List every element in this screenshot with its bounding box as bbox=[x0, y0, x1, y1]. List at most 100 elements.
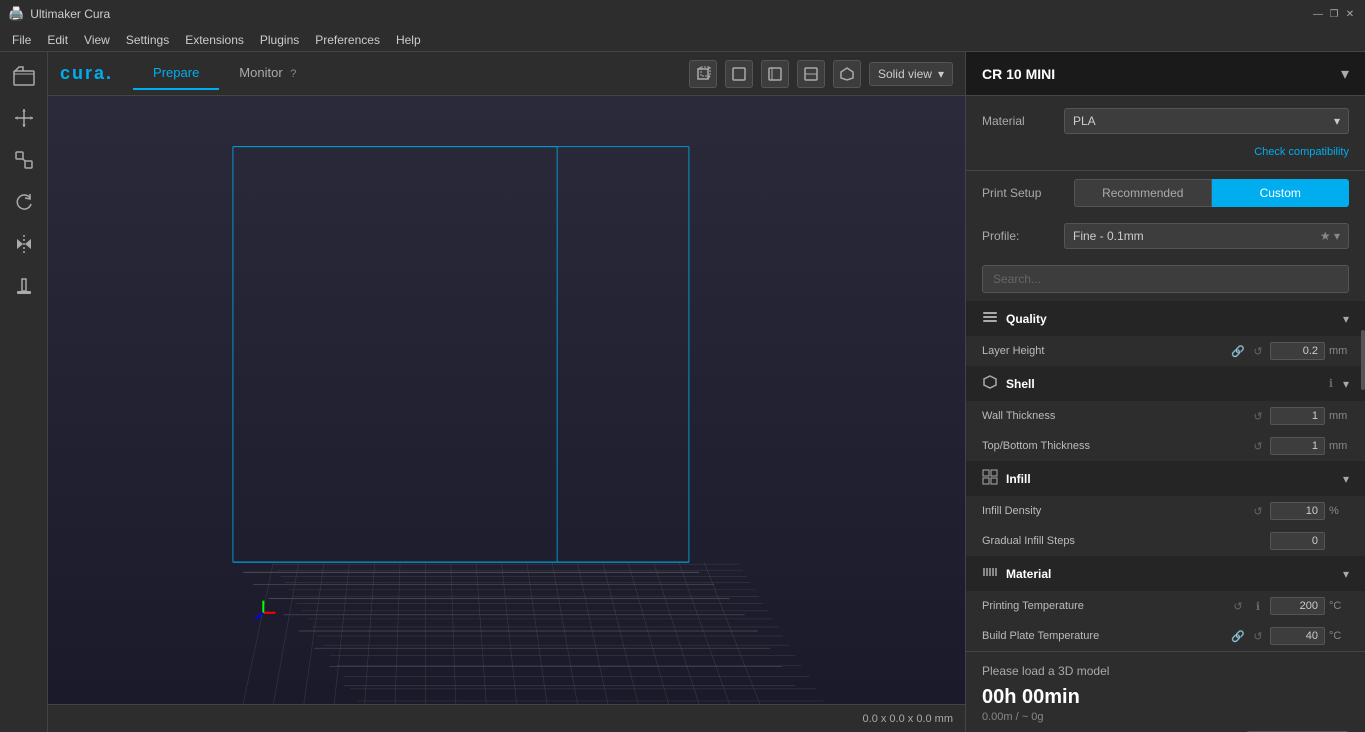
print-setup-row: Print Setup Recommended Custom bbox=[966, 170, 1365, 215]
menu-edit[interactable]: Edit bbox=[39, 28, 76, 52]
material-select[interactable]: PLA ▾ bbox=[1064, 108, 1349, 134]
shell-section-header-left: Shell bbox=[982, 374, 1035, 393]
load-model-text: Please load a 3D model bbox=[982, 664, 1349, 678]
tab-prepare[interactable]: Prepare bbox=[133, 57, 219, 90]
printing-temp-unit: °C bbox=[1329, 600, 1349, 612]
sidebar-btn-open[interactable] bbox=[4, 56, 44, 96]
printing-temp-label: Printing Temperature bbox=[982, 600, 1230, 612]
left-sidebar bbox=[0, 52, 48, 732]
material-section-chevron-icon: ▾ bbox=[1343, 567, 1349, 581]
sidebar-btn-support[interactable] bbox=[4, 266, 44, 306]
print-time: 00h 00min bbox=[982, 686, 1080, 709]
material-chevron-icon: ▾ bbox=[1334, 114, 1340, 128]
layer-height-reset-icon[interactable]: ↺ bbox=[1250, 345, 1266, 358]
infill-density-input[interactable] bbox=[1270, 502, 1325, 520]
material-section-icon bbox=[982, 564, 998, 583]
view-btn-top[interactable] bbox=[833, 60, 861, 88]
printing-temp-row: Printing Temperature ↺ ℹ °C bbox=[966, 591, 1365, 621]
search-row bbox=[966, 257, 1365, 301]
scrollbar[interactable] bbox=[1361, 330, 1365, 390]
sidebar-btn-move[interactable] bbox=[4, 98, 44, 138]
gradual-infill-label: Gradual Infill Steps bbox=[982, 535, 1270, 547]
sidebar-btn-rotate[interactable] bbox=[4, 182, 44, 222]
material-amount: 0.00m / ~ 0g bbox=[982, 711, 1349, 723]
layer-height-link-icon[interactable]: 🔗 bbox=[1230, 345, 1246, 358]
title-bar: 🖨️ Ultimaker Cura — ❐ ✕ bbox=[0, 0, 1365, 28]
search-input[interactable] bbox=[982, 265, 1349, 293]
minimize-btn[interactable]: — bbox=[1311, 7, 1325, 21]
material-section-header-left: Material bbox=[982, 564, 1051, 583]
title-bar-left: 🖨️ Ultimaker Cura bbox=[8, 6, 110, 22]
gradual-infill-input[interactable] bbox=[1270, 532, 1325, 550]
wall-thickness-reset-icon[interactable]: ↺ bbox=[1250, 410, 1266, 423]
infill-density-label: Infill Density bbox=[982, 505, 1250, 517]
infill-section-header[interactable]: Infill ▾ bbox=[966, 461, 1365, 496]
title-bar-controls: — ❐ ✕ bbox=[1311, 7, 1357, 21]
topbottom-thickness-label: Top/Bottom Thickness bbox=[982, 440, 1250, 452]
material-value: PLA bbox=[1073, 114, 1096, 128]
view-mode-label: Solid view bbox=[878, 67, 932, 81]
check-compatibility-link[interactable]: Check compatibility bbox=[966, 146, 1365, 170]
menu-view[interactable]: View bbox=[76, 28, 118, 52]
menu-extensions[interactable]: Extensions bbox=[177, 28, 252, 52]
panel-toggle-btn[interactable]: ▾ bbox=[1341, 64, 1349, 84]
menu-bar: File Edit View Settings Extensions Plugi… bbox=[0, 28, 1365, 52]
view-btn-back[interactable] bbox=[761, 60, 789, 88]
tab-monitor[interactable]: Monitor ? bbox=[219, 57, 316, 90]
profile-select[interactable]: Fine - 0.1mm ★ ▾ bbox=[1064, 223, 1349, 249]
infill-section-title: Infill bbox=[1006, 472, 1031, 486]
infill-section-icon bbox=[982, 469, 998, 488]
viewport-canvas bbox=[48, 96, 965, 704]
maximize-btn[interactable]: ❐ bbox=[1327, 7, 1341, 21]
infill-density-row: Infill Density ↺ % bbox=[966, 496, 1365, 526]
close-btn[interactable]: ✕ bbox=[1343, 7, 1357, 21]
shell-info-icon[interactable]: ℹ bbox=[1323, 377, 1339, 390]
topbottom-thickness-input[interactable] bbox=[1270, 437, 1325, 455]
topbottom-reset-icon[interactable]: ↺ bbox=[1250, 440, 1266, 453]
status-bar: 0.0 x 0.0 x 0.0 mm bbox=[48, 704, 965, 732]
build-plate-temp-input[interactable] bbox=[1270, 627, 1325, 645]
menu-file[interactable]: File bbox=[4, 28, 39, 52]
printing-temp-controls: ↺ ℹ °C bbox=[1230, 597, 1349, 615]
view-mode-dropdown[interactable]: Solid view ▾ bbox=[869, 62, 953, 86]
gradual-infill-row: Gradual Infill Steps bbox=[966, 526, 1365, 556]
sidebar-btn-scale[interactable] bbox=[4, 140, 44, 180]
recommended-btn[interactable]: Recommended bbox=[1074, 179, 1212, 207]
toolbar-right: Solid view ▾ bbox=[689, 60, 953, 88]
topbottom-thickness-controls: ↺ mm bbox=[1250, 437, 1349, 455]
printing-temp-reset-icon[interactable]: ↺ bbox=[1230, 600, 1246, 613]
wall-thickness-row: Wall Thickness ↺ mm bbox=[966, 401, 1365, 431]
wall-thickness-unit: mm bbox=[1329, 410, 1349, 422]
object-dimensions: 0.0 x 0.0 x 0.0 mm bbox=[863, 713, 953, 725]
menu-plugins[interactable]: Plugins bbox=[252, 28, 307, 52]
build-plate-reset-icon[interactable]: ↺ bbox=[1250, 630, 1266, 643]
infill-density-reset-icon[interactable]: ↺ bbox=[1250, 505, 1266, 518]
build-plate-temp-label: Build Plate Temperature bbox=[982, 630, 1230, 642]
infill-density-controls: ↺ % bbox=[1250, 502, 1349, 520]
viewport[interactable] bbox=[48, 96, 965, 704]
view-btn-front[interactable] bbox=[725, 60, 753, 88]
menu-preferences[interactable]: Preferences bbox=[307, 28, 388, 52]
quality-section-header[interactable]: Quality ▾ bbox=[966, 301, 1365, 336]
infill-section-header-left: Infill bbox=[982, 469, 1031, 488]
wall-thickness-controls: ↺ mm bbox=[1250, 407, 1349, 425]
wall-thickness-input[interactable] bbox=[1270, 407, 1325, 425]
menu-settings[interactable]: Settings bbox=[118, 28, 177, 52]
material-row: Material PLA ▾ bbox=[966, 96, 1365, 146]
topbottom-thickness-row: Top/Bottom Thickness ↺ mm bbox=[966, 431, 1365, 461]
custom-btn[interactable]: Custom bbox=[1212, 179, 1350, 207]
printing-temp-input[interactable] bbox=[1270, 597, 1325, 615]
printing-temp-info-icon[interactable]: ℹ bbox=[1250, 600, 1266, 613]
view-btn-perspective[interactable] bbox=[689, 60, 717, 88]
material-section-header[interactable]: Material ▾ bbox=[966, 556, 1365, 591]
sidebar-btn-mirror[interactable] bbox=[4, 224, 44, 264]
shell-section-header[interactable]: Shell ℹ ▾ bbox=[966, 366, 1365, 401]
build-plate-link-icon[interactable]: 🔗 bbox=[1230, 630, 1246, 643]
view-btn-left[interactable] bbox=[797, 60, 825, 88]
monitor-help-icon: ? bbox=[290, 68, 296, 80]
gradual-infill-controls bbox=[1270, 532, 1349, 550]
menu-help[interactable]: Help bbox=[388, 28, 429, 52]
layer-height-input[interactable] bbox=[1270, 342, 1325, 360]
app-title: Ultimaker Cura bbox=[30, 7, 110, 21]
profile-label: Profile: bbox=[982, 229, 1052, 243]
